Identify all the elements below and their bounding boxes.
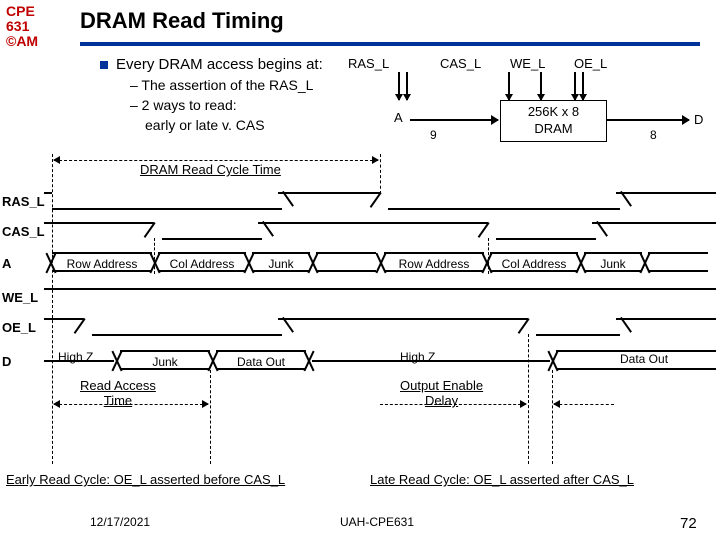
read-access-right-marker: [210, 370, 211, 464]
a-seg-5: Junk: [584, 252, 642, 272]
a-seg-2: Junk: [252, 252, 310, 272]
port-ras: RAS_L: [348, 56, 389, 71]
footer-center: UAH-CPE631: [340, 515, 414, 529]
row-a-label: A: [2, 256, 11, 271]
cycle-time-label: DRAM Read Cycle Time: [140, 162, 281, 177]
we-line: [540, 72, 542, 100]
oe-delay-label: Output Enable Delay: [400, 378, 483, 408]
d-arrow: [607, 119, 689, 121]
caption-late: Late Read Cycle: OE_L asserted after CAS…: [370, 472, 634, 487]
row-ras-label: RAS_L: [2, 194, 45, 209]
ras-line-2: [406, 72, 408, 100]
caption-early: Early Read Cycle: OE_L asserted before C…: [6, 472, 285, 487]
a-arrow: [410, 119, 498, 121]
bullet-1-text: Every DRAM access begins at:: [116, 56, 323, 73]
oe-delay-span-r: [554, 404, 614, 405]
oe-line-1: [574, 72, 576, 100]
d-seg-1: Junk: [120, 350, 210, 370]
d-seg-3: High Z: [400, 350, 435, 364]
bullet-block: Every DRAM access begins at: – The asser…: [100, 56, 323, 133]
read-access-label: Read Access Time: [80, 378, 156, 408]
row-oe-label: OE_L: [2, 320, 36, 335]
port-d: D: [694, 112, 703, 127]
page-title: DRAM Read Timing: [80, 8, 284, 34]
cycle-marker-left: [52, 154, 53, 464]
ras-line-1: [398, 72, 400, 100]
oe-line-2: [582, 72, 584, 100]
footer-date: 12/17/2021: [90, 515, 150, 529]
cycle-span: [54, 160, 378, 161]
port-oe: OE_L: [574, 56, 607, 71]
cycle-marker-right: [380, 154, 381, 194]
d-seg-2: Data Out: [216, 350, 306, 370]
title-underline: [80, 42, 700, 46]
logo-line3: ©AM: [6, 34, 38, 49]
port-we: WE_L: [510, 56, 545, 71]
a-seg-3: Row Address: [384, 252, 484, 272]
bus-width-9: 9: [430, 128, 437, 142]
logo-line2: 631: [6, 19, 38, 34]
oe-delay-right-marker: [552, 370, 553, 464]
footer-page: 72: [680, 515, 697, 532]
course-logo: CPE 631 ©AM: [6, 4, 38, 49]
bullet-1: Every DRAM access begins at:: [100, 56, 323, 73]
d-seg-0: High Z: [58, 350, 93, 364]
oe-delay-left-marker: [528, 334, 529, 464]
row-d-label: D: [2, 354, 11, 369]
port-a: A: [394, 110, 403, 125]
sub-2: – 2 ways to read:: [130, 97, 323, 113]
row-we-label: WE_L: [2, 290, 38, 305]
bullet-square-icon: [100, 61, 108, 69]
port-cas: CAS_L: [440, 56, 481, 71]
sub-3: early or late v. CAS: [145, 117, 323, 133]
dram-line2: DRAM: [501, 120, 606, 137]
dram-block: 256K x 8 DRAM: [500, 100, 607, 142]
sub-1: – The assertion of the RAS_L: [130, 77, 323, 93]
row-cas-label: CAS_L: [2, 224, 45, 239]
cas-line: [508, 72, 510, 100]
bus-width-8: 8: [650, 128, 657, 142]
dram-line1: 256K x 8: [501, 103, 606, 120]
a-seg-0: Row Address: [52, 252, 152, 272]
logo-line1: CPE: [6, 4, 38, 19]
a-seg-4: Col Address: [490, 252, 578, 272]
a-seg-1: Col Address: [158, 252, 246, 272]
